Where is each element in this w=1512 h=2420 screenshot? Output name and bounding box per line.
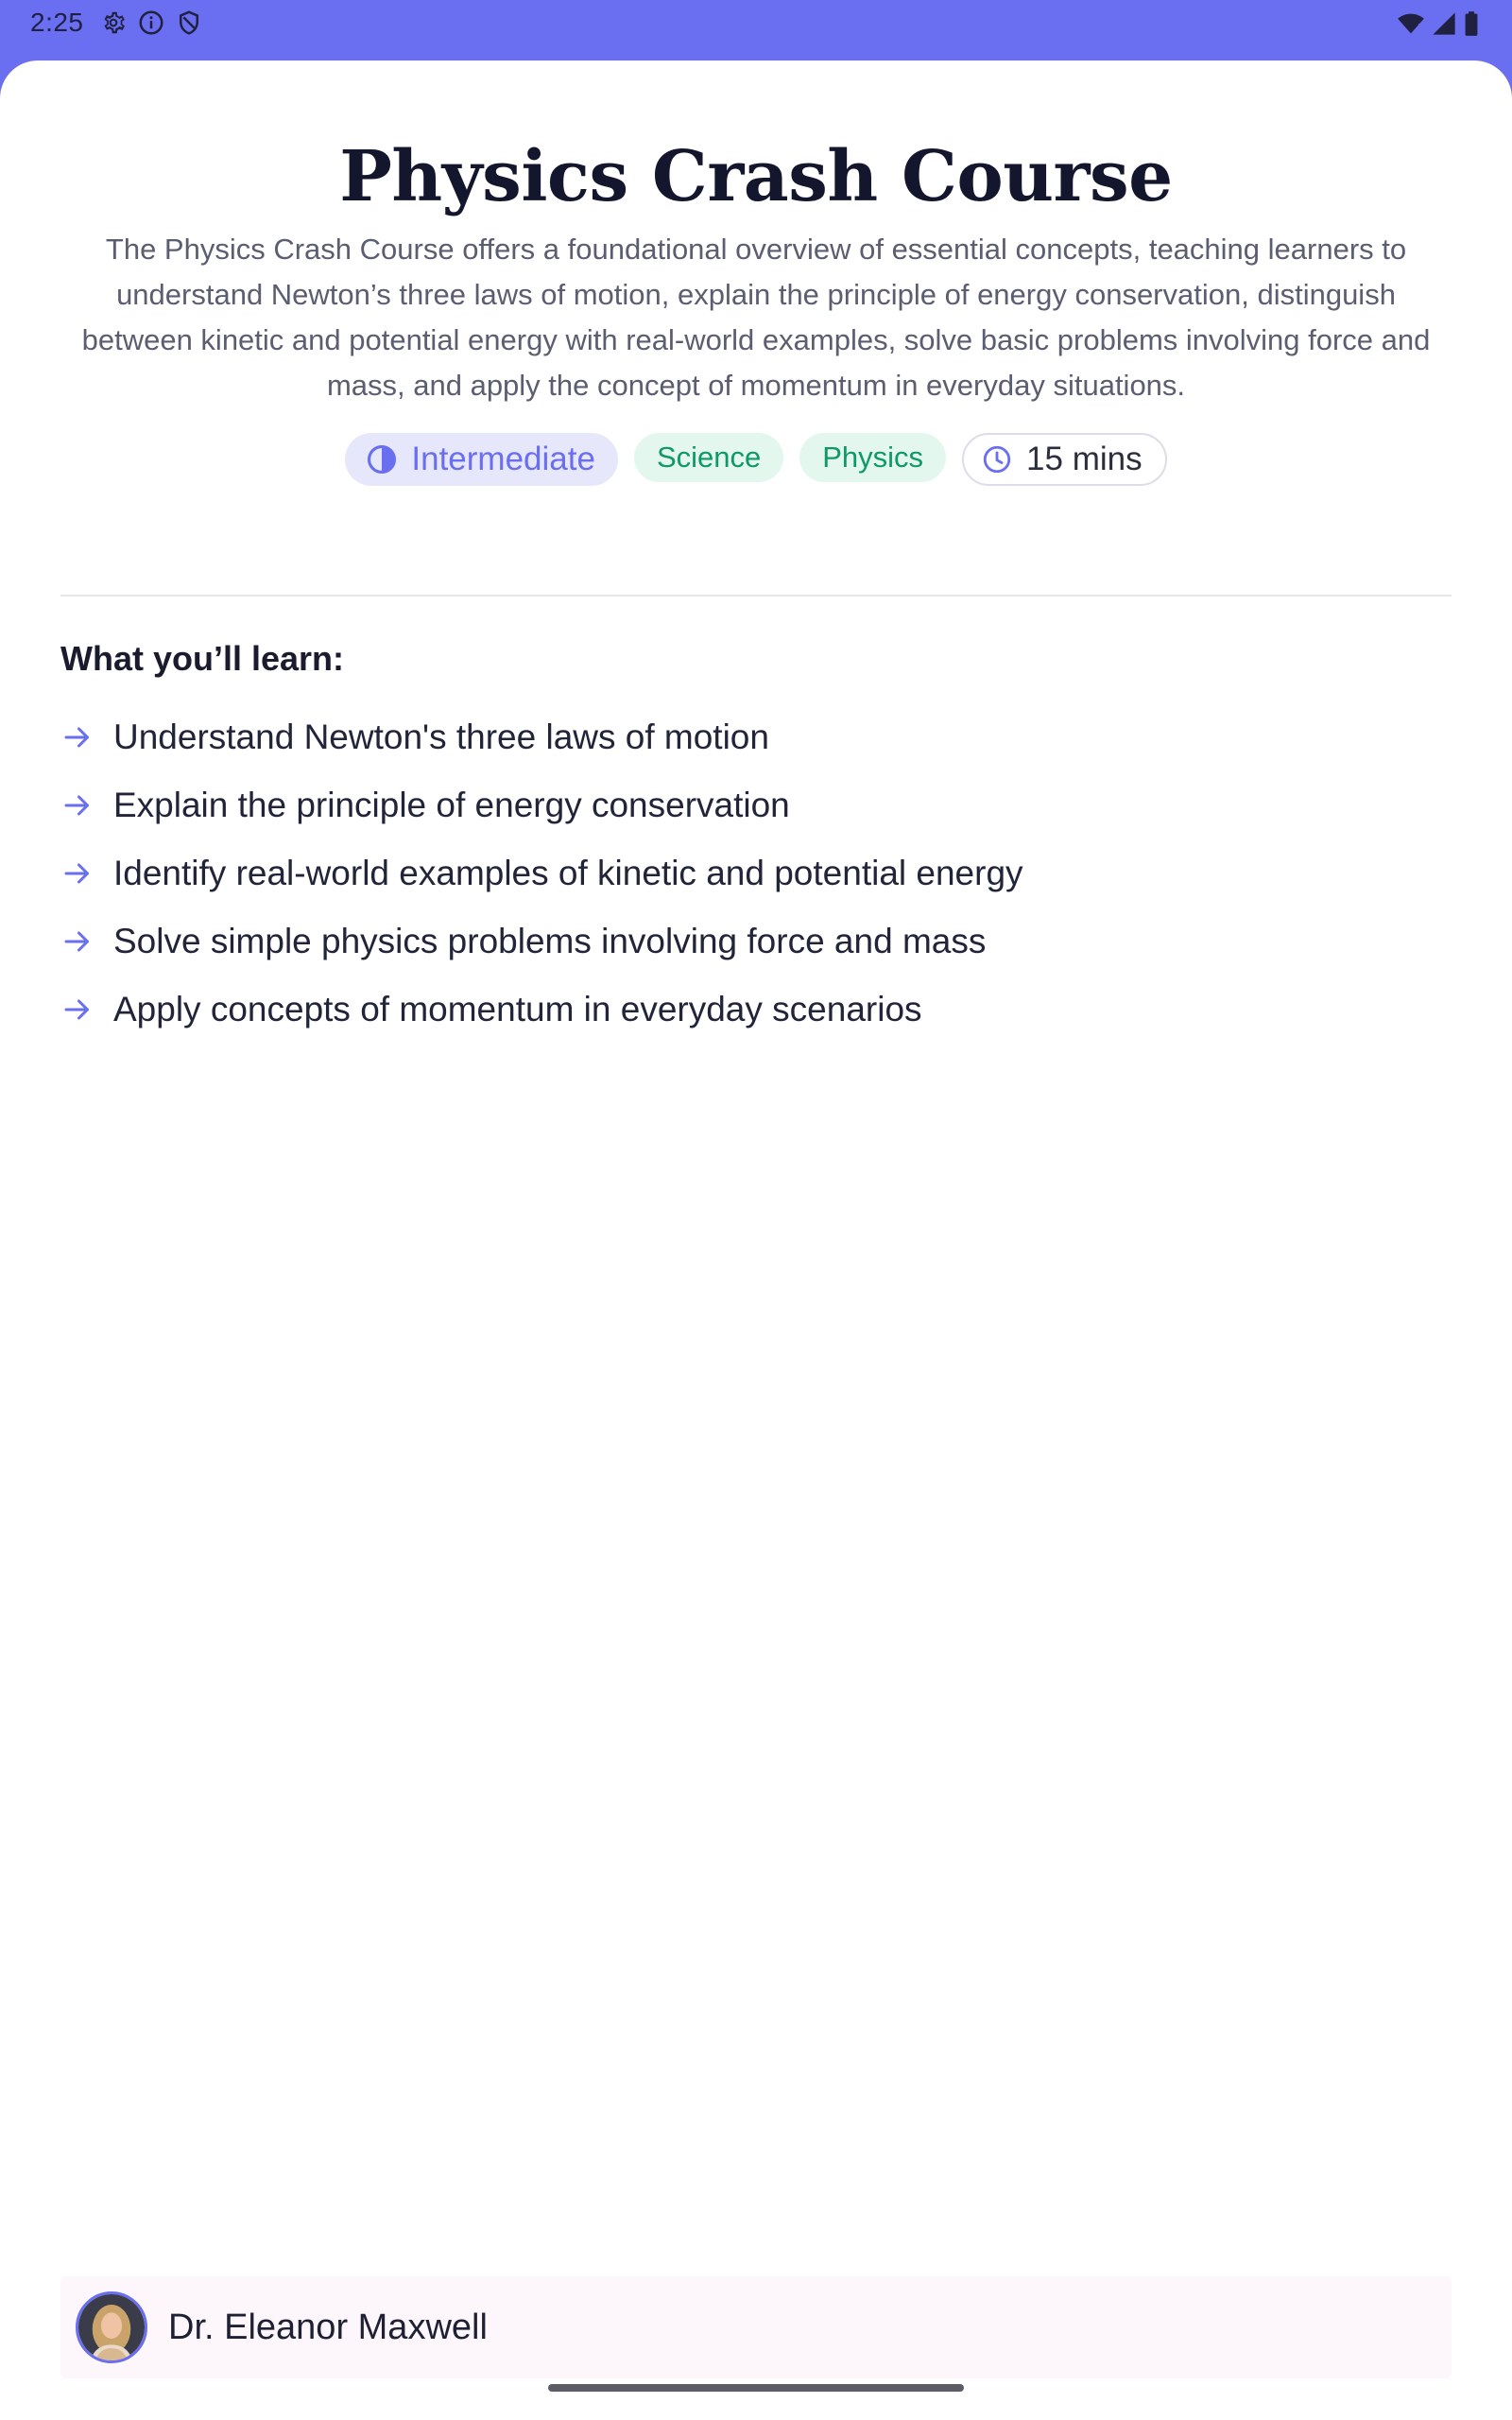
learn-item-text: Understand Newton's three laws of motion [113, 717, 769, 756]
arrow-right-icon [64, 795, 89, 816]
list-item: Identify real-world examples of kinetic … [60, 839, 1452, 908]
subject-tag: Science [633, 433, 784, 482]
half-circle-icon [368, 444, 397, 475]
course-sheet: Physics Crash Course The Physics Crash C… [0, 60, 1512, 2420]
arrow-right-icon [64, 999, 89, 1020]
info-icon [139, 10, 163, 35]
topic-tag-label: Physics [822, 441, 924, 474]
arrow-right-icon [64, 727, 89, 748]
learn-item-text: Identify real-world examples of kinetic … [113, 854, 1023, 892]
subject-tag-label: Science [656, 441, 762, 474]
avatar[interactable] [76, 2291, 147, 2363]
page-title: Physics Crash Course [339, 136, 1173, 217]
author-photo [78, 2294, 145, 2360]
course-description: The Physics Crash Course offers a founda… [81, 233, 1431, 402]
learn-item-text: Solve simple physics problems involving … [113, 922, 987, 960]
shield-icon [179, 10, 198, 35]
learn-list: Understand Newton's three laws of motion… [60, 703, 1452, 1044]
duration-tag: 15 mins [962, 433, 1167, 486]
level-tag-label: Intermediate [411, 441, 595, 477]
arrow-right-icon [64, 931, 89, 952]
learn-item-text: Apply concepts of momentum in everyday s… [113, 990, 922, 1028]
learn-heading: What you’ll learn: [60, 639, 345, 678]
author-card[interactable]: Dr. Eleanor Maxwell [60, 2276, 1452, 2378]
list-item: Solve simple physics problems involving … [60, 908, 1452, 976]
tag-row: Intermediate Science Physics 15 mins [0, 433, 1512, 486]
home-indicator[interactable] [548, 2384, 964, 2392]
duration-tag-label: 15 mins [1026, 441, 1143, 477]
topic-tag: Physics [799, 433, 947, 482]
list-item: Understand Newton's three laws of motion [60, 703, 1452, 771]
divider [60, 595, 1452, 596]
battery-icon [1465, 11, 1478, 36]
level-tag: Intermediate [345, 433, 618, 486]
status-bar: 2:25 [0, 0, 1512, 60]
list-item: Apply concepts of momentum in everyday s… [60, 976, 1452, 1044]
gear-icon [104, 11, 125, 34]
status-right [1397, 9, 1480, 38]
status-time: 2:25 [30, 8, 84, 37]
author-name[interactable]: Dr. Eleanor Maxwell [168, 2308, 488, 2348]
status-left: 2:25 [30, 8, 203, 38]
arrow-right-icon [64, 863, 89, 884]
clock-icon [983, 445, 1011, 474]
wifi-icon [1398, 13, 1424, 34]
signal-icon [1433, 12, 1455, 35]
list-item: Explain the principle of energy conserva… [60, 771, 1452, 839]
learn-item-text: Explain the principle of energy conserva… [113, 786, 790, 824]
